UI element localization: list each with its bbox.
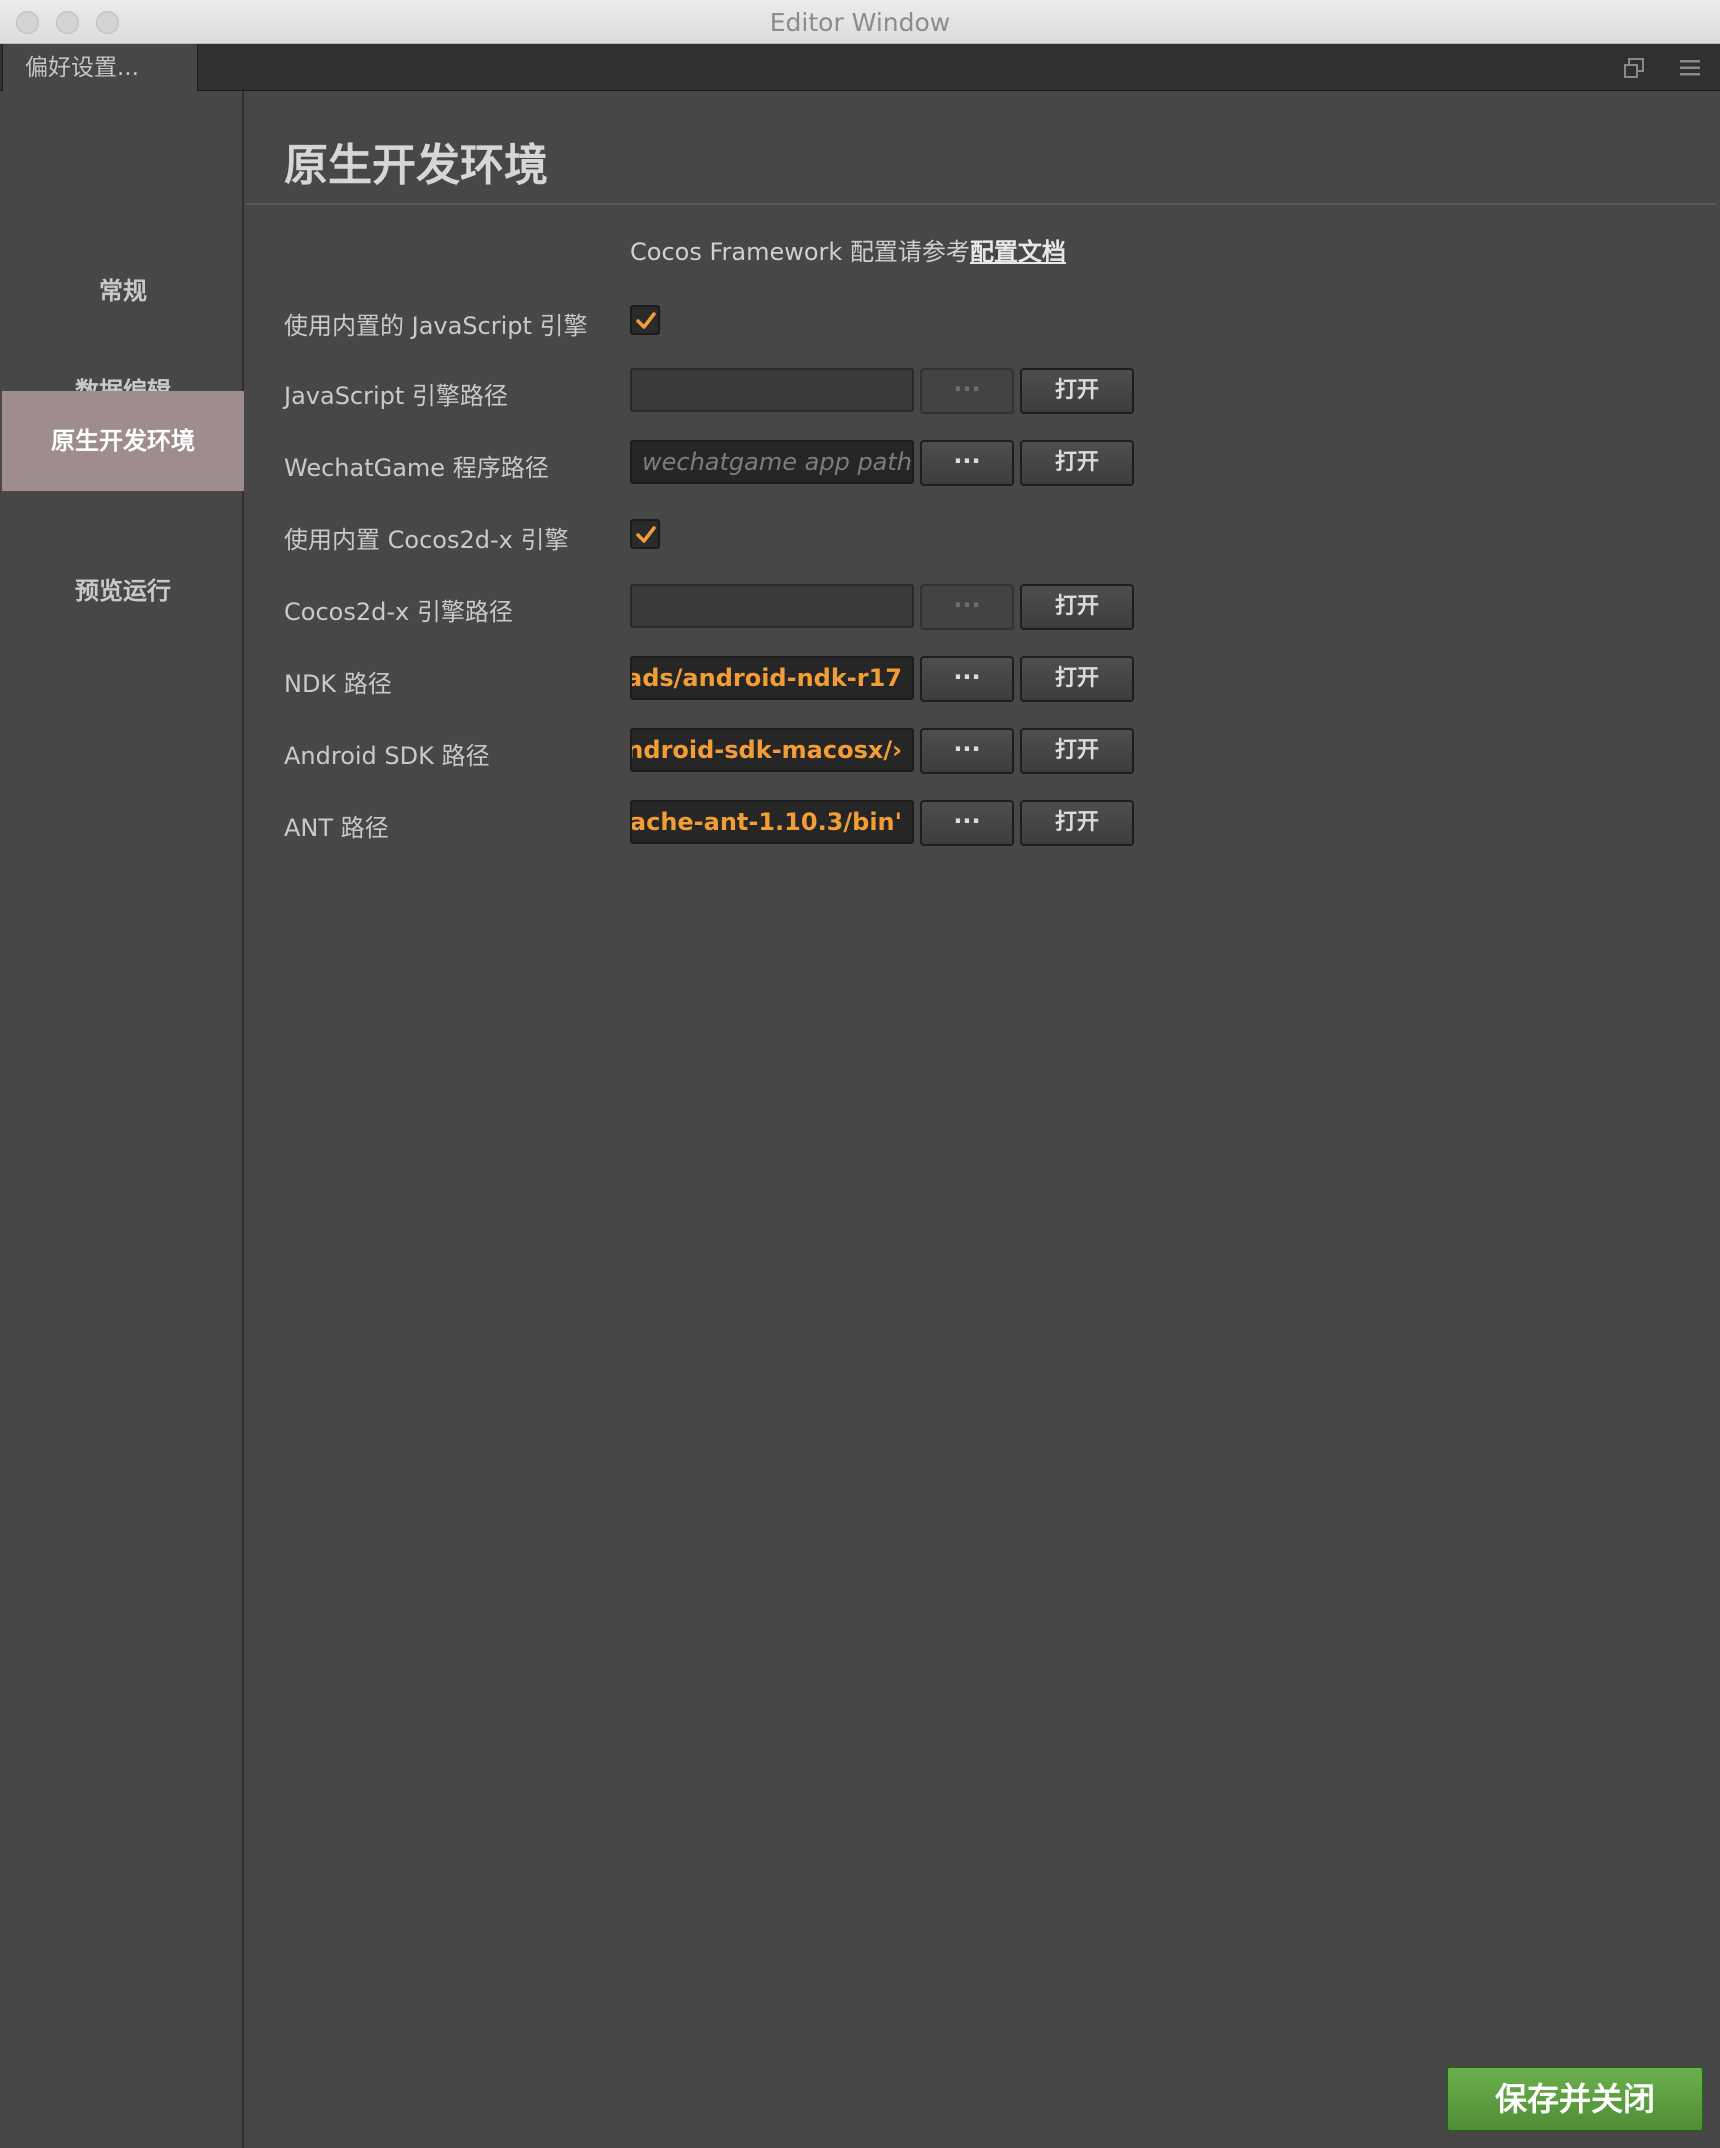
- android-sdk-open-button[interactable]: 打开: [1020, 728, 1134, 774]
- config-doc-link[interactable]: 配置文档: [970, 238, 1066, 266]
- sidebar-item-native-env[interactable]: 原生开发环境: [2, 391, 244, 491]
- checkmark-icon: [636, 312, 656, 329]
- row-label: 使用内置的 JavaScript 引擎: [284, 312, 588, 340]
- row-js-engine-path: JavaScript 引擎路径 ··· 打开: [284, 368, 1384, 414]
- ndk-browse-button[interactable]: ···: [920, 656, 1014, 702]
- tab-strip: 偏好设置...: [0, 44, 1720, 92]
- tab-preferences[interactable]: 偏好设置...: [2, 44, 198, 92]
- row-use-builtin-js: 使用内置的 JavaScript 引擎: [284, 298, 1384, 344]
- ant-path-input[interactable]: 'apache-ant-1.10.3/bin: [630, 800, 914, 844]
- ant-open-button[interactable]: 打开: [1020, 800, 1134, 846]
- ndk-path-input[interactable]: loads/android-ndk-r17: [630, 656, 914, 700]
- checkmark-icon: [636, 526, 656, 543]
- row-cocos-engine-path: Cocos2d-x 引擎路径 ··· 打开: [284, 584, 1384, 630]
- page-title: 原生开发环境: [284, 140, 548, 191]
- title-bar: Editor Window: [0, 0, 1720, 44]
- sidebar: 常规 数据编辑 原生开发环境 预览运行: [2, 91, 244, 2148]
- js-engine-browse-button: ···: [920, 368, 1014, 414]
- cocos-engine-browse-button: ···: [920, 584, 1014, 630]
- popout-icon[interactable]: [1622, 56, 1646, 80]
- ant-browse-button[interactable]: ···: [920, 800, 1014, 846]
- row-label: 使用内置 Cocos2d-x 引擎: [284, 526, 569, 554]
- ndk-open-button[interactable]: 打开: [1020, 656, 1134, 702]
- android-sdk-path-input[interactable]: ‹/android-sdk-macosx: [630, 728, 914, 772]
- sidebar-item-preview-run[interactable]: 预览运行: [2, 541, 244, 641]
- row-label: WechatGame 程序路径: [284, 454, 549, 482]
- row-label: NDK 路径: [284, 670, 392, 698]
- row-use-builtin-cocos: 使用内置 Cocos2d-x 引擎: [284, 512, 1384, 558]
- row-label: Android SDK 路径: [284, 742, 490, 770]
- use-builtin-js-checkbox[interactable]: [630, 305, 660, 335]
- js-engine-open-button[interactable]: 打开: [1020, 368, 1134, 414]
- wechatgame-path-input[interactable]: wechatgame app path: [630, 440, 914, 484]
- wechatgame-browse-button[interactable]: ···: [920, 440, 1014, 486]
- row-ant-path: ANT 路径 'apache-ant-1.10.3/bin ··· 打开: [284, 800, 1384, 846]
- row-ndk-path: NDK 路径 loads/android-ndk-r17 ··· 打开: [284, 656, 1384, 702]
- row-android-sdk-path: Android SDK 路径 ‹/android-sdk-macosx ··· …: [284, 728, 1384, 774]
- editor-window: Editor Window 偏好设置... 常规 数据编辑 原生开发环境 预览运…: [0, 0, 1720, 2148]
- row-label: Cocos2d-x 引擎路径: [284, 598, 513, 626]
- title-divider: [246, 203, 1716, 205]
- wechatgame-open-button[interactable]: 打开: [1020, 440, 1134, 486]
- row-label: JavaScript 引擎路径: [284, 382, 508, 410]
- doc-hint: Cocos Framework 配置请参考配置文档: [630, 232, 1066, 267]
- doc-hint-text: Cocos Framework 配置请参考: [630, 238, 970, 266]
- hamburger-menu-icon[interactable]: [1678, 56, 1702, 80]
- cocos-engine-path-input: [630, 584, 914, 628]
- row-wechatgame-path: WechatGame 程序路径 wechatgame app path ··· …: [284, 440, 1384, 486]
- cocos-engine-open-button[interactable]: 打开: [1020, 584, 1134, 630]
- sidebar-item-general[interactable]: 常规: [2, 241, 244, 341]
- row-label: ANT 路径: [284, 814, 389, 842]
- main-panel: 原生开发环境 Cocos Framework 配置请参考配置文档 使用内置的 J…: [246, 91, 1720, 2148]
- js-engine-path-input: [630, 368, 914, 412]
- android-sdk-browse-button[interactable]: ···: [920, 728, 1014, 774]
- use-builtin-cocos-checkbox[interactable]: [630, 519, 660, 549]
- window-title: Editor Window: [769, 8, 951, 37]
- save-and-close-button[interactable]: 保存并关闭: [1446, 2066, 1704, 2132]
